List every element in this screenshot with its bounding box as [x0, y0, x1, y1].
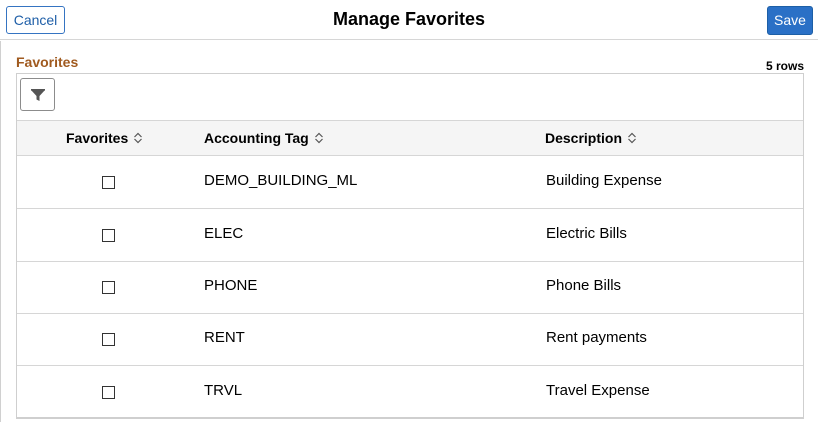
column-header-accounting-tag[interactable]: Accounting Tag — [204, 130, 324, 146]
accounting-tag-cell: DEMO_BUILDING_ML — [204, 172, 358, 189]
description-cell: Phone Bills — [546, 277, 622, 294]
page-title: Manage Favorites — [332, 9, 486, 29]
accounting-tag-cell: PHONE — [204, 277, 258, 294]
grid-toolbar — [17, 74, 803, 120]
header-bar: Cancel Manage Favorites Save — [0, 0, 818, 40]
sort-icon — [628, 132, 636, 144]
accounting-tag-cell: ELEC — [204, 225, 244, 242]
table-row: TRVL Travel Expense — [17, 366, 803, 419]
favorite-checkbox[interactable] — [102, 281, 115, 294]
favorite-checkbox[interactable] — [102, 386, 115, 399]
sort-icon — [314, 132, 323, 144]
favorite-checkbox[interactable] — [102, 229, 115, 242]
table-row: ELEC Electric Bills — [17, 209, 803, 262]
description-cell: Rent payments — [546, 329, 647, 346]
filter-icon — [30, 88, 45, 101]
table-row: RENT Rent payments — [17, 313, 803, 366]
table-row: DEMO_BUILDING_ML Building Expense — [17, 156, 803, 209]
row-count: 5 rows — [765, 59, 804, 73]
column-header-row: Favorites Accounting Tag Description — [17, 120, 803, 156]
column-header-description[interactable]: Description — [545, 130, 637, 146]
filter-button[interactable] — [20, 78, 55, 111]
description-cell: Building Expense — [546, 172, 662, 189]
column-header-label: Description — [545, 130, 623, 146]
favorite-checkbox[interactable] — [102, 333, 115, 346]
left-divider — [0, 41, 1, 422]
description-cell: Electric Bills — [546, 225, 627, 242]
favorites-grid: Favorites Accounting Tag Description DEM… — [16, 73, 804, 419]
grid-title: Favorites — [16, 54, 79, 70]
description-cell: Travel Expense — [546, 382, 650, 399]
column-header-label: Favorites — [66, 130, 129, 146]
column-header-label: Accounting Tag — [204, 130, 309, 146]
accounting-tag-cell: RENT — [204, 329, 245, 346]
favorite-checkbox[interactable] — [102, 176, 115, 189]
table-row: PHONE Phone Bills — [17, 261, 803, 314]
column-header-favorites[interactable]: Favorites — [66, 130, 143, 146]
save-button[interactable]: Save — [767, 6, 813, 35]
sort-icon — [134, 132, 143, 144]
accounting-tag-cell: TRVL — [204, 382, 243, 399]
